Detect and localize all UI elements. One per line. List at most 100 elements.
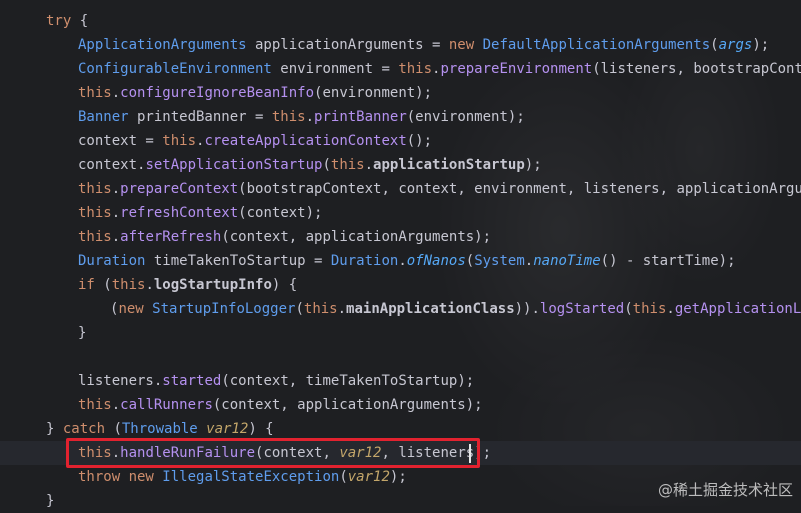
code-token: Throwable xyxy=(121,421,198,437)
code-token: System xyxy=(474,253,525,269)
code-token: throw new xyxy=(78,469,163,485)
code-token: this xyxy=(398,61,433,77)
code-token: ( xyxy=(624,301,633,317)
code-token: started xyxy=(162,373,222,389)
code-line-text: Duration timeTakenToStartup = Duration.o… xyxy=(78,249,736,273)
code-token: applicationStartup xyxy=(373,157,525,173)
code-token: Duration xyxy=(78,253,146,269)
watermark-text: @稀土掘金技术社区 xyxy=(657,481,793,499)
code-line[interactable]: context = this.createApplicationContext(… xyxy=(0,129,801,153)
code-token: catch xyxy=(62,421,106,437)
code-token: this xyxy=(330,157,365,173)
code-line[interactable]: ConfigurableEnvironment environment = th… xyxy=(0,57,801,81)
code-line-text: try { xyxy=(46,9,88,33)
code-line[interactable]: context.setApplicationStartup(this.appli… xyxy=(0,153,801,177)
code-token: this xyxy=(78,181,112,197)
code-token: ( xyxy=(322,157,331,173)
code-line[interactable] xyxy=(0,345,801,369)
code-token: (environment); xyxy=(406,109,525,125)
code-token: args xyxy=(718,37,753,53)
code-line[interactable]: (new StartupInfoLogger(this.mainApplicat… xyxy=(0,297,801,321)
code-token: . xyxy=(305,109,315,125)
code-token: logStarted xyxy=(539,301,625,317)
code-token: context. xyxy=(78,157,146,173)
code-line[interactable]: } xyxy=(0,321,801,345)
code-token: applicationArguments = xyxy=(246,37,449,53)
code-token: ); xyxy=(389,469,407,485)
code-token: } xyxy=(78,325,87,341)
code-token: ( xyxy=(465,253,475,269)
code-line[interactable]: this.prepareContext(bootstrapContext, co… xyxy=(0,177,801,201)
code-line-text: ConfigurableEnvironment environment = th… xyxy=(78,57,801,81)
code-line-text: context.setApplicationStartup(this.appli… xyxy=(78,153,542,177)
code-token: ApplicationArguments xyxy=(78,37,247,53)
code-line-text: } xyxy=(78,321,86,345)
code-token: try xyxy=(46,13,72,29)
code-token: ); xyxy=(752,37,770,53)
code-token: callRunners xyxy=(120,397,213,413)
code-token: this xyxy=(632,301,667,317)
code-token: (context, applicationArguments); xyxy=(212,397,483,413)
code-token: } xyxy=(46,493,55,509)
code-line[interactable]: Banner printedBanner = this.printBanner(… xyxy=(0,105,801,129)
code-token: ( xyxy=(105,421,122,437)
code-line-text: this.callRunners(context, applicationArg… xyxy=(78,393,483,417)
code-line-text: this.afterRefresh(context, applicationAr… xyxy=(78,225,491,249)
code-token: this xyxy=(78,85,112,101)
code-token: . xyxy=(145,277,154,293)
code-token: Banner xyxy=(78,109,129,125)
code-token: this xyxy=(271,109,306,125)
code-token: ) { xyxy=(248,421,274,437)
code-token: ofNanos xyxy=(406,253,466,269)
code-token: prepareContext xyxy=(120,181,239,197)
code-token: (context); xyxy=(238,205,323,221)
code-line[interactable]: Duration timeTakenToStartup = Duration.o… xyxy=(0,249,801,273)
code-line[interactable]: this.configureIgnoreBeanInfo(environment… xyxy=(0,81,801,105)
code-line-text: throw new IllegalStateException(var12); xyxy=(78,465,407,489)
code-line-text: Banner printedBanner = this.printBanner(… xyxy=(78,105,525,129)
code-token: . xyxy=(111,181,121,197)
code-token: ) { xyxy=(271,277,298,293)
code-token: Duration xyxy=(330,253,399,269)
code-token: (); xyxy=(406,133,433,149)
code-token: (environment); xyxy=(314,85,433,101)
code-token: context = xyxy=(78,133,163,149)
code-token: (context, applicationArguments); xyxy=(221,229,492,245)
code-editor[interactable]: try {ApplicationArguments applicationArg… xyxy=(0,0,801,509)
code-line[interactable]: try { xyxy=(0,9,801,33)
code-token: . xyxy=(111,205,121,221)
code-line[interactable]: this.refreshContext(context); xyxy=(0,201,801,225)
code-token: listeners. xyxy=(78,373,163,389)
code-token: refreshContext xyxy=(120,205,239,221)
code-line[interactable]: this.callRunners(context, applicationArg… xyxy=(0,393,801,417)
code-token: this xyxy=(78,397,112,413)
code-line[interactable]: this.afterRefresh(context, applicationAr… xyxy=(0,225,801,249)
code-token: () - startTime); xyxy=(600,253,736,269)
code-line-text: this.refreshContext(context); xyxy=(78,201,322,225)
code-token: (listeners, bootstrapContext, xyxy=(592,61,801,77)
code-line-text: } xyxy=(46,489,54,513)
code-token: DefaultApplicationArguments xyxy=(482,37,711,53)
code-token: . xyxy=(364,157,374,173)
code-token: prepareEnvironment xyxy=(440,61,593,77)
highlight-annotation-box xyxy=(66,438,480,468)
code-token: new xyxy=(118,301,153,317)
code-token: ConfigurableEnvironment xyxy=(78,61,272,77)
code-token: environment = xyxy=(271,61,399,77)
code-line-text: (new StartupInfoLogger(this.mainApplicat… xyxy=(110,297,801,321)
code-token: . xyxy=(524,253,534,269)
code-token: ( xyxy=(94,277,112,293)
code-token: (bootstrapContext, context, environment,… xyxy=(238,181,801,197)
code-token: getApplicationLog xyxy=(674,301,801,317)
code-token: . xyxy=(111,397,121,413)
code-line[interactable]: if (this.logStartupInfo) { xyxy=(0,273,801,297)
code-token: . xyxy=(111,85,121,101)
code-line[interactable]: ApplicationArguments applicationArgument… xyxy=(0,33,801,57)
code-token: this xyxy=(78,229,112,245)
code-token: { xyxy=(71,13,89,29)
code-token: . xyxy=(666,301,675,317)
code-token: StartupInfoLogger xyxy=(152,301,296,317)
code-token: ( xyxy=(339,469,348,485)
code-line[interactable]: listeners.started(context, timeTakenToSt… xyxy=(0,369,801,393)
